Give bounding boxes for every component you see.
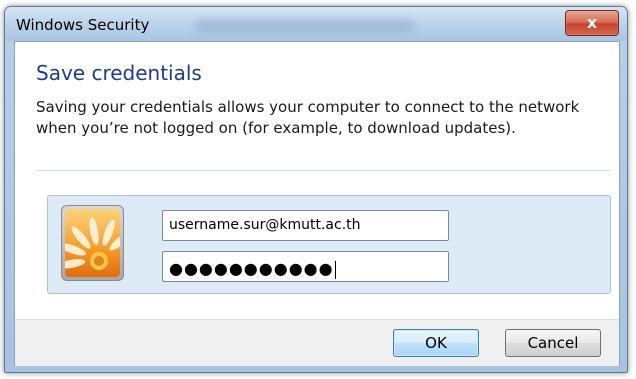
dialog-description: Saving your credentials allows your comp…: [36, 98, 580, 137]
ok-button[interactable]: OK: [393, 329, 479, 357]
text-caret: [334, 261, 336, 279]
close-button[interactable]: x: [565, 10, 619, 36]
close-icon: x: [586, 13, 598, 32]
windows-security-dialog: Windows Security x Save credentials Savi…: [4, 6, 628, 373]
cancel-button[interactable]: Cancel: [505, 329, 601, 357]
username-field[interactable]: username.sur@kmutt.ac.th: [162, 210, 449, 241]
dialog-footer: OK Cancel: [15, 319, 619, 366]
dialog-body: Save credentials Saving your credentials…: [14, 41, 620, 366]
user-avatar-icon: [61, 205, 124, 281]
credential-tile[interactable]: username.sur@kmutt.ac.th ●●●●●●●●●●●: [47, 195, 611, 294]
password-mask: ●●●●●●●●●●●: [169, 259, 334, 278]
separator: [36, 170, 611, 171]
window-title: Windows Security: [16, 16, 150, 34]
password-field[interactable]: ●●●●●●●●●●●: [162, 251, 449, 282]
dialog-heading: Save credentials: [36, 61, 202, 85]
title-bar[interactable]: Windows Security x: [5, 7, 627, 41]
title-bar-blur: [195, 19, 415, 33]
